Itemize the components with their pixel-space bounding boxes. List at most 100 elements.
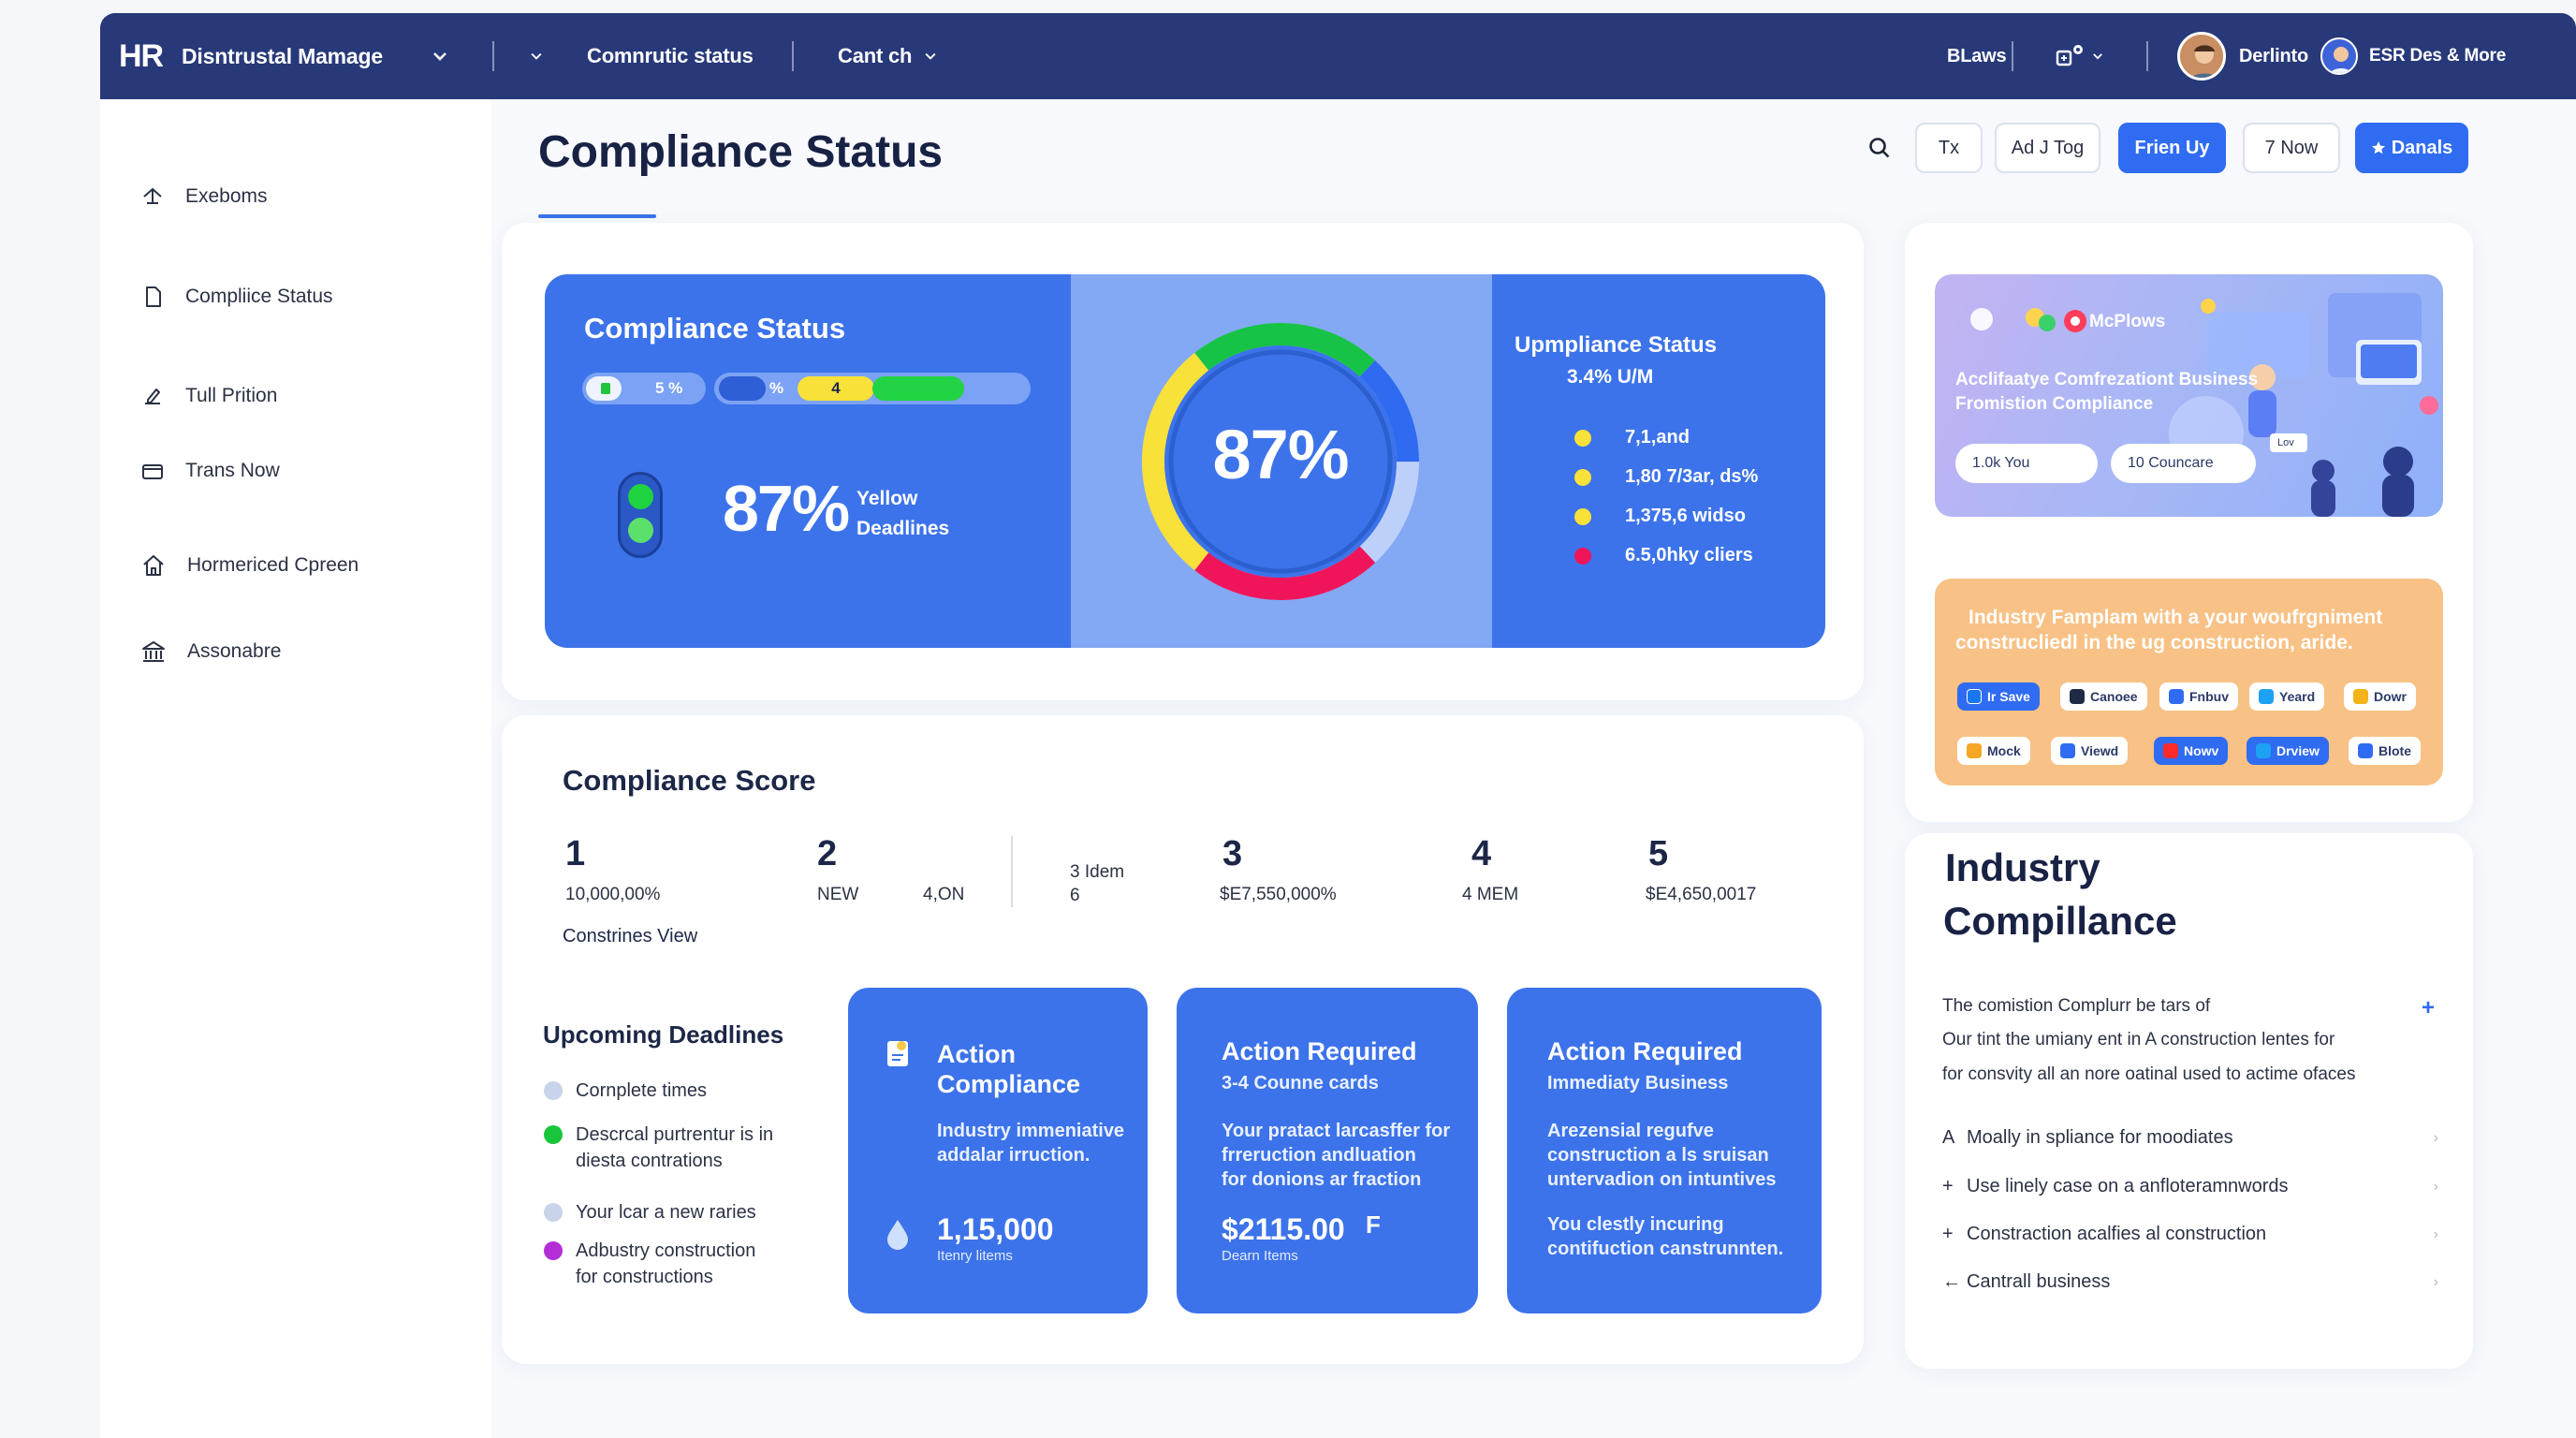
clear-format-button[interactable]: Tx [1915, 123, 1983, 173]
app-logo[interactable]: HR [119, 13, 164, 99]
industry-paragraph-2: Our tint the umiany ent in A constructio… [1942, 1030, 2335, 1049]
promo-banner[interactable]: McPlows Acclifaatye Comfrezationt Busine… [1935, 274, 2443, 517]
sidebar-item-hormericed-cpreen[interactable]: Hormericed Cpreen [140, 552, 359, 579]
share-chip-drview[interactable]: Drview [2247, 737, 2329, 765]
industry-title-line-2: Compillance [1943, 899, 2177, 943]
share-chip-youtube[interactable]: Nowv [2154, 737, 2229, 765]
chevron-down-icon [433, 52, 446, 61]
sidebar-item-tull-prition[interactable]: Tull Prition [140, 384, 277, 408]
action-card-value: $2115.00 [1222, 1212, 1345, 1246]
user-menu-2[interactable]: ESR Des & More [2320, 13, 2506, 99]
chevron-right-icon: › [2433, 1129, 2438, 1146]
score-mid-label-1: 3 Idem [1070, 862, 1125, 882]
drop-icon [887, 1220, 908, 1250]
chevron-down-icon [531, 52, 542, 60]
share-chip-fnbuv[interactable]: Fnbuv [2159, 682, 2238, 711]
hero-donut-section: 87% [1071, 274, 1492, 648]
sidebar-item-assonabre[interactable]: Assonabre [140, 638, 281, 665]
sidebar-item-trans-now[interactable]: Trans Now [140, 459, 280, 483]
sidebar-item-label: Tull Prition [185, 385, 278, 406]
score-divider [1011, 836, 1013, 907]
share-chip-blote[interactable]: Blote [2349, 737, 2421, 765]
progress-pill-2-seg-yellow: 4 [798, 376, 874, 401]
share-text-2: construcliedl in the ug construction, ar… [1955, 632, 2353, 653]
nav-dropdown-toggle[interactable] [529, 13, 544, 99]
now-button[interactable]: 7 Now [2243, 123, 2340, 173]
edit-icon [145, 389, 160, 404]
industry-compliance-title: Industry Compillance [1943, 841, 2177, 947]
nav-compliance-status[interactable]: Comnrutic status [587, 13, 754, 99]
share-chip-mock[interactable]: Mock [1957, 737, 2030, 765]
deadline-item[interactable]: Your lcar a new raries [544, 1199, 756, 1225]
clipboard-icon [887, 1041, 908, 1066]
grid-settings-icon [2056, 45, 2083, 66]
industry-list-item[interactable]: A Moally in spliance for moodiates › [1942, 1127, 2438, 1149]
nav-cant-ch-label: Cant ch [838, 44, 913, 67]
legend-item: 7,1,and [1574, 427, 1690, 448]
traffic-light-icon [618, 472, 663, 558]
action-card-suffix: F [1366, 1211, 1381, 1239]
promo-pill-2[interactable]: 10 Councare [2111, 444, 2256, 483]
action-card-body: Your pratact larcasffer for frreruction … [1222, 1121, 1451, 1190]
nav-cant-ch[interactable]: Cant ch [838, 13, 938, 99]
page-title: Compliance Status [538, 127, 944, 177]
chevron-right-icon: › [2433, 1273, 2438, 1290]
action-card-2[interactable]: Action Required 3-4 Counne cards Your pr… [1177, 988, 1478, 1313]
sidebar-item-label: Compliice Status [185, 286, 333, 307]
industry-share-card: Industry Famplam with a your woufrgnimen… [1935, 579, 2443, 785]
promo-text-1: Acclifaatye Comfrezationt Business [1955, 370, 2259, 389]
legend-item: 1,375,6 widso [1574, 506, 1746, 527]
search-button[interactable] [1866, 135, 1893, 161]
action-card-value: 1,15,000 [937, 1212, 1054, 1246]
share-chip-canoee[interactable]: Canoee [2060, 682, 2147, 711]
upload-icon [143, 187, 162, 204]
score-col-1-sub: 10,000,00% [565, 885, 661, 904]
expand-plus-icon[interactable]: + [2422, 995, 2435, 1021]
workspace-dropdown[interactable] [431, 13, 449, 99]
score-col-5-sub: $E4,650,0017 [1646, 885, 1757, 904]
chevron-down-icon [2093, 53, 2102, 60]
action-card-title: Action Required [1547, 1037, 1743, 1065]
sidebar-item-label: Exeboms [185, 185, 268, 207]
hero-right-title: Upmpliance Status [1515, 332, 1718, 358]
action-card-1[interactable]: Action Compliance Industry immeniative a… [848, 988, 1148, 1313]
industry-list-item[interactable]: ← Cantrall business › [1942, 1271, 2438, 1293]
apps-menu[interactable] [2056, 13, 2104, 99]
hero-big-label-2: Deadlines [856, 518, 950, 539]
chevron-right-icon: › [2433, 1225, 2438, 1242]
score-col-2-num: 2 [817, 834, 838, 873]
sidebar-item-exeboms[interactable]: Exeboms [140, 184, 268, 209]
workspace-name[interactable]: Disntrustal Mamage [182, 13, 383, 99]
nav-blaws[interactable]: BLaws [1947, 13, 2007, 99]
add-tag-button[interactable]: Ad J Tog [1995, 123, 2100, 173]
share-chip-dowr[interactable]: Dowr [2344, 682, 2416, 711]
promo-pill-1[interactable]: 1.0k You [1955, 444, 2098, 483]
chevron-right-icon: › [2433, 1178, 2438, 1195]
user-menu-1[interactable]: Derlinto [2177, 13, 2308, 99]
danals-label: Danals [2391, 137, 2453, 158]
deadline-item[interactable]: Adbustry construction for constructions [544, 1238, 755, 1290]
score-col-4-sub: 4 MEM [1462, 885, 1519, 904]
legend-item: 6.5,0hky cliers [1574, 545, 1753, 566]
upcoming-deadlines-title: Upcoming Deadlines [543, 1020, 784, 1049]
donut-center-value: 87% [1212, 416, 1349, 493]
deadline-item[interactable]: Descrcal purtrentur is in diesta contrat… [544, 1122, 773, 1174]
industry-paragraph-1: The comistion Complurr be tars of [1942, 996, 2211, 1016]
danals-button[interactable]: Danals [2355, 123, 2468, 173]
share-chip-viewd[interactable]: Viewd [2051, 737, 2129, 765]
industry-list-item[interactable]: + Use linely case on a anfloteramnwords › [1942, 1176, 2438, 1197]
promo-brand: McPlows [2089, 312, 2166, 331]
deadline-item[interactable]: Cornplete times [544, 1078, 707, 1104]
sidebar-item-compliance-status[interactable]: Compliice Status [140, 285, 333, 309]
action-card-title: Action Compliance [937, 1040, 1081, 1098]
frien-uy-button[interactable]: Frien Uy [2118, 123, 2226, 173]
score-col-4-num: 4 [1471, 834, 1492, 873]
sidebar-item-label: Assonabre [187, 640, 282, 662]
title-underline [538, 214, 656, 218]
share-chip-twitter[interactable]: Yeard [2249, 682, 2325, 711]
constrines-view-link[interactable]: Constrines View [563, 926, 697, 947]
avatar [2320, 37, 2358, 75]
action-card-3[interactable]: Action Required Immediaty Business Areze… [1507, 988, 1822, 1313]
industry-list-item[interactable]: + Constraction acalfies al construction › [1942, 1224, 2438, 1245]
share-chip-facebook[interactable]: Ir Save [1957, 682, 2040, 711]
